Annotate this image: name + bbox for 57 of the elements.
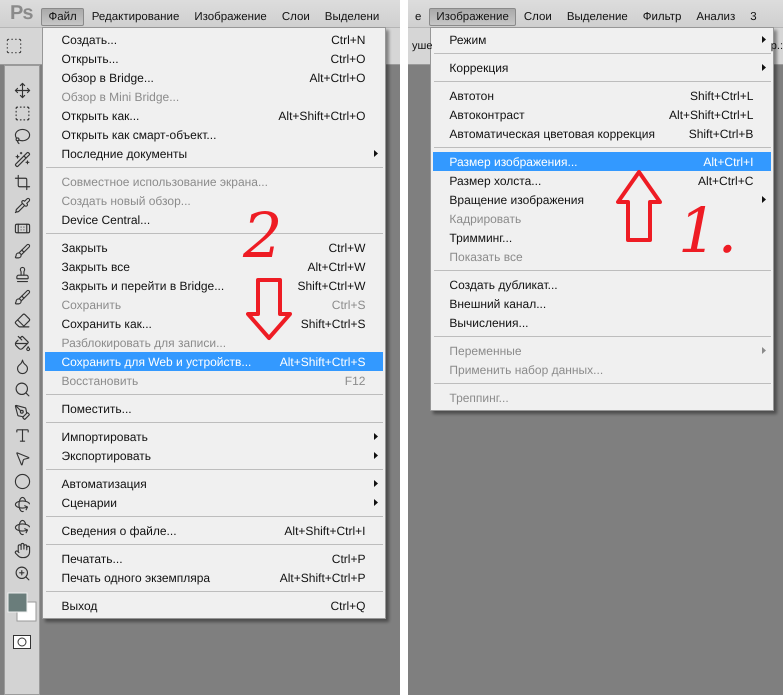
menu-title[interactable]: 3 <box>743 8 764 26</box>
menu-item[interactable]: Коррекция <box>433 58 772 77</box>
menu-item[interactable]: Автоматическая цветовая коррекция Shift+Ctrl+B <box>433 124 772 143</box>
menu-item[interactable]: Режим <box>433 30 772 49</box>
menu-item[interactable]: Обзор в Bridge... Alt+Ctrl+O <box>45 68 384 87</box>
ellipse-tool-icon[interactable] <box>12 471 32 491</box>
color-swatches-icon[interactable] <box>7 592 37 622</box>
menu-title[interactable]: Выделение <box>560 8 635 26</box>
menu-item[interactable]: Печатать... Ctrl+P <box>45 549 384 568</box>
marquee-preset-icon[interactable] <box>4 36 24 56</box>
menu-item[interactable]: Сохранить как... Shift+Ctrl+S <box>45 314 384 333</box>
move-tool-icon[interactable] <box>12 80 32 100</box>
hand-tool-icon[interactable] <box>12 540 32 560</box>
menu-item[interactable]: Последние документы <box>45 144 384 163</box>
menu-title[interactable]: Слои <box>516 8 559 26</box>
wand-tool-icon[interactable] <box>12 149 32 169</box>
paint-bucket-icon[interactable] <box>12 333 32 353</box>
menu-title[interactable]: Выделени <box>318 8 386 26</box>
rotate-3d-icon[interactable] <box>12 494 32 514</box>
menu-item[interactable]: Вычисления... <box>433 313 772 332</box>
options-text: р.: <box>770 40 783 52</box>
menu-title[interactable]: Изображение <box>187 8 274 26</box>
orbit-3d-icon[interactable] <box>12 517 32 537</box>
menu-item[interactable]: Закрыть и перейти в Bridge... Shift+Ctrl+W <box>45 276 384 295</box>
menu-item[interactable]: Экспортировать <box>45 446 384 465</box>
menu-item[interactable]: Сценарии <box>45 493 384 512</box>
menu-title[interactable]: Анализ <box>689 8 742 26</box>
lasso-tool-icon[interactable] <box>12 126 32 146</box>
menu-item[interactable]: Внешний канал... <box>433 294 772 313</box>
menu-item[interactable]: Импортировать <box>45 427 384 446</box>
menu-title[interactable]: Слои <box>274 8 317 26</box>
crop-tool-icon[interactable] <box>12 172 32 192</box>
eyedropper-tool-icon[interactable] <box>12 195 32 215</box>
pen-tool-icon[interactable] <box>12 402 32 422</box>
menu-title[interactable]: е <box>408 8 428 26</box>
options-text: уше <box>412 40 432 52</box>
menu-item[interactable]: Сведения о файле... Alt+Shift+Ctrl+I <box>45 521 384 540</box>
menu-title[interactable]: Редактирование <box>84 8 186 26</box>
menu-title[interactable]: Файл <box>41 8 84 26</box>
menu-item[interactable]: Создать... Ctrl+N <box>45 30 384 49</box>
menu-item[interactable]: Размер холста... Alt+Ctrl+C <box>433 171 772 190</box>
menu-item[interactable]: Автоматизация <box>45 474 384 493</box>
menu-item[interactable]: Автоконтраст Alt+Shift+Ctrl+L <box>433 105 772 124</box>
menu-item[interactable]: Открыть как смарт-объект... <box>45 125 384 144</box>
menu-item[interactable]: Печать одного экземпляра Alt+Shift+Ctrl+P <box>45 568 384 587</box>
menu-item[interactable]: Выход Ctrl+Q <box>45 596 384 615</box>
handwritten-number: 1. <box>678 194 738 267</box>
menu-item[interactable]: Открыть... Ctrl+O <box>45 49 384 68</box>
quick-mask-icon[interactable] <box>13 635 31 649</box>
brush-tool-icon[interactable] <box>12 241 32 261</box>
menu-item[interactable]: Автотон Shift+Ctrl+L <box>433 86 772 105</box>
menu-item[interactable]: Открыть как... Alt+Shift+Ctrl+O <box>45 106 384 125</box>
menu-item[interactable]: Создать дубликат... <box>433 275 772 294</box>
menu-item[interactable]: Поместить... <box>45 399 384 418</box>
app-logo: Ps <box>10 2 32 25</box>
menu-title[interactable]: Фильтр <box>636 8 688 26</box>
menu-title[interactable]: Изображение <box>429 8 516 26</box>
